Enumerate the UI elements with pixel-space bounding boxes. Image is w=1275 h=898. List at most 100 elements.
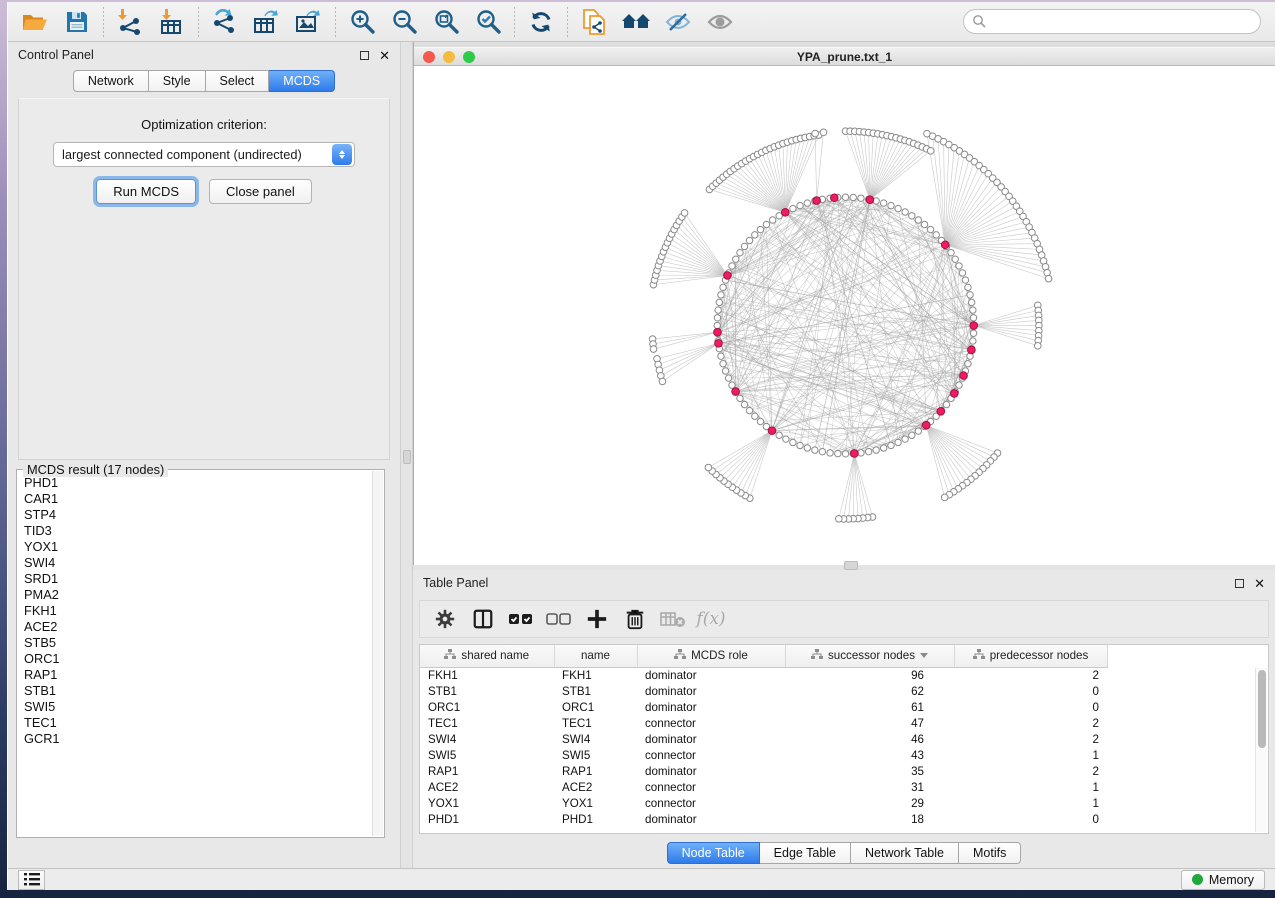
tab-motifs[interactable]: Motifs <box>959 842 1021 864</box>
refresh-icon[interactable] <box>520 5 562 39</box>
table-scrollbar[interactable] <box>1255 668 1267 832</box>
show-all-icon[interactable] <box>699 5 741 39</box>
network-titlebar[interactable]: YPA_prune.txt_1 <box>414 47 1275 66</box>
task-history-button[interactable] <box>18 870 45 890</box>
mcds-hub-node[interactable] <box>922 421 930 429</box>
mcds-hub-node[interactable] <box>866 196 874 204</box>
table-row[interactable]: FKH1FKH1dominator962 <box>420 667 1256 683</box>
vertical-splitter[interactable] <box>400 42 413 868</box>
mcds-result-item[interactable]: STP4 <box>24 507 372 523</box>
mcds-result-item[interactable]: ACE2 <box>24 619 372 635</box>
column-header-successor-nodes[interactable]: successor nodes <box>785 645 954 667</box>
export-network-icon[interactable] <box>204 5 246 39</box>
zoom-selected-icon[interactable] <box>467 5 509 39</box>
table-row[interactable]: RAP1RAP1dominator352 <box>420 763 1256 779</box>
mcds-result-item[interactable]: STB5 <box>24 635 372 651</box>
mcds-list-scrollbar[interactable] <box>372 471 383 836</box>
close-panel-button[interactable]: Close panel <box>209 179 312 204</box>
table-row[interactable]: SWI4SWI4dominator462 <box>420 731 1256 747</box>
table-row[interactable]: ACE2ACE2connector311 <box>420 779 1256 795</box>
mcds-hub-node[interactable] <box>813 197 821 205</box>
splitter-grip[interactable] <box>403 450 411 464</box>
mcds-hub-node[interactable] <box>781 208 789 216</box>
table-row[interactable]: ORC1ORC1dominator610 <box>420 699 1256 715</box>
run-mcds-button[interactable]: Run MCDS <box>96 179 196 204</box>
tab-mcds[interactable]: MCDS <box>269 70 335 92</box>
mcds-result-item[interactable]: GCR1 <box>24 731 372 747</box>
delete-column-icon[interactable] <box>618 604 652 634</box>
mcds-hub-node[interactable] <box>724 272 732 280</box>
mcds-hub-node[interactable] <box>732 388 740 396</box>
tab-edge-table[interactable]: Edge Table <box>760 842 851 864</box>
add-column-icon[interactable] <box>580 604 614 634</box>
mcds-hub-node[interactable] <box>851 450 859 458</box>
mcds-result-item[interactable]: STB1 <box>24 683 372 699</box>
zoom-fit-icon[interactable] <box>425 5 467 39</box>
column-header-name[interactable]: name <box>554 645 637 667</box>
tab-node-table[interactable]: Node Table <box>667 842 760 864</box>
tab-network-table[interactable]: Network Table <box>851 842 959 864</box>
mcds-hub-node[interactable] <box>970 322 978 330</box>
mcds-result-item[interactable]: SWI5 <box>24 699 372 715</box>
mcds-hub-node[interactable] <box>768 427 776 435</box>
table-row[interactable]: YOX1YOX1connector291 <box>420 795 1256 811</box>
mcds-hub-node[interactable] <box>830 194 838 202</box>
mcds-result-item[interactable]: PMA2 <box>24 587 372 603</box>
chevron-down-icon[interactable] <box>920 653 928 658</box>
zoom-out-icon[interactable] <box>383 5 425 39</box>
node-table-grid[interactable]: shared namenameMCDS rolesuccessor nodesp… <box>420 645 1256 827</box>
mcds-result-list[interactable]: PHD1CAR1STP4TID3YOX1SWI4SRD1PMA2FKH1ACE2… <box>18 471 372 836</box>
column-header-MCDS-role[interactable]: MCDS role <box>637 645 785 667</box>
save-session-icon[interactable] <box>56 5 98 39</box>
mcds-hub-node[interactable] <box>960 372 968 380</box>
close-panel-icon[interactable]: ✕ <box>379 49 390 62</box>
table-options-gear-icon[interactable] <box>428 604 462 634</box>
mcds-hub-node[interactable] <box>715 340 723 348</box>
mcds-hub-node[interactable] <box>714 328 722 336</box>
tab-network[interactable]: Network <box>73 70 149 92</box>
mcds-hub-node[interactable] <box>941 241 949 249</box>
zoom-in-icon[interactable] <box>341 5 383 39</box>
select-all-icon[interactable] <box>504 604 538 634</box>
table-row[interactable]: PHD1PHD1dominator180 <box>420 811 1256 827</box>
hide-selected-icon[interactable] <box>657 5 699 39</box>
mcds-result-item[interactable]: TID3 <box>24 523 372 539</box>
tab-select[interactable]: Select <box>206 70 270 92</box>
tab-style[interactable]: Style <box>149 70 206 92</box>
first-neighbors-icon[interactable] <box>615 5 657 39</box>
splitter-grip[interactable] <box>844 561 858 570</box>
float-panel-icon[interactable] <box>1235 579 1244 588</box>
mcds-result-item[interactable]: ORC1 <box>24 651 372 667</box>
search-input[interactable] <box>963 9 1261 34</box>
export-image-icon[interactable] <box>288 5 330 39</box>
mcds-hub-node[interactable] <box>951 390 959 398</box>
float-panel-icon[interactable] <box>360 51 369 60</box>
mcds-result-item[interactable]: SRD1 <box>24 571 372 587</box>
import-table-icon[interactable] <box>151 5 193 39</box>
mcds-result-item[interactable]: YOX1 <box>24 539 372 555</box>
column-header-shared-name[interactable]: shared name <box>420 645 554 667</box>
network-canvas[interactable] <box>414 66 1275 565</box>
table-scrollbar-thumb[interactable] <box>1258 670 1266 748</box>
mcds-result-item[interactable]: TEC1 <box>24 715 372 731</box>
import-network-icon[interactable] <box>109 5 151 39</box>
deselect-all-icon[interactable] <box>542 604 576 634</box>
mcds-result-item[interactable]: RAP1 <box>24 667 372 683</box>
table-row[interactable]: TEC1TEC1connector472 <box>420 715 1256 731</box>
mcds-hub-node[interactable] <box>937 407 945 415</box>
show-columns-icon[interactable] <box>466 604 500 634</box>
table-row[interactable]: STB1STB1dominator620 <box>420 683 1256 699</box>
mcds-result-item[interactable]: FKH1 <box>24 603 372 619</box>
close-panel-icon[interactable]: ✕ <box>1254 577 1265 590</box>
mcds-result-item[interactable]: CAR1 <box>24 491 372 507</box>
memory-button[interactable]: Memory <box>1181 870 1265 890</box>
copy-network-icon[interactable] <box>573 5 615 39</box>
mcds-hub-node[interactable] <box>968 346 976 354</box>
open-file-icon[interactable] <box>14 5 56 39</box>
mcds-result-item[interactable]: SWI4 <box>24 555 372 571</box>
criterion-dropdown[interactable]: largest connected component (undirected) <box>53 142 355 167</box>
export-table-icon[interactable] <box>246 5 288 39</box>
mcds-result-item[interactable]: PHD1 <box>24 475 372 491</box>
column-header-predecessor-nodes[interactable]: predecessor nodes <box>954 645 1107 667</box>
table-row[interactable]: SWI5SWI5connector431 <box>420 747 1256 763</box>
